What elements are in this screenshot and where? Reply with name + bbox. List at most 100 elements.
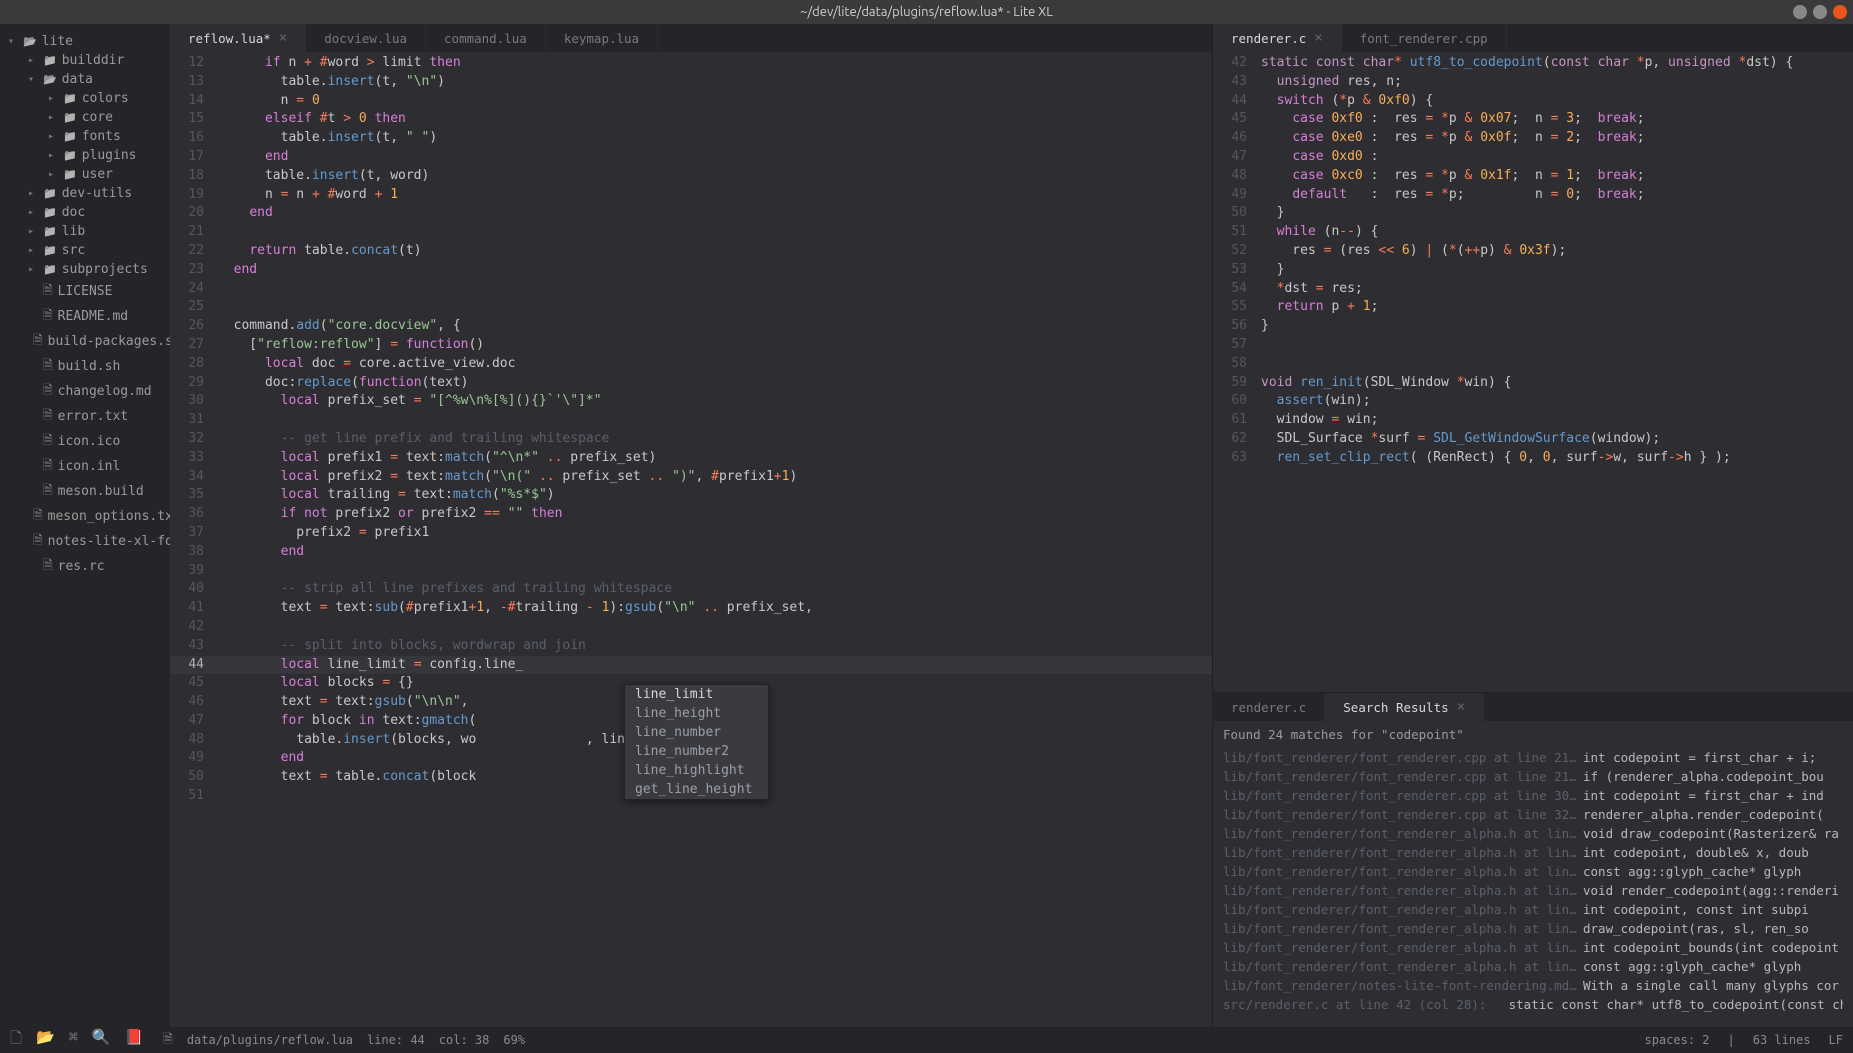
code-line[interactable]: 49 default : res = *p; n = 0; break; [1213,186,1853,205]
code-line[interactable]: 20 end [170,204,1212,223]
search-tab-renderer-c[interactable]: renderer.c [1213,693,1325,721]
search-result-row[interactable]: lib/font_renderer/font_renderer_alpha.h … [1213,957,1853,976]
code-line[interactable]: 23 end [170,261,1212,280]
code-line[interactable]: 16 table.insert(t, " ") [170,129,1212,148]
autocomplete-popup[interactable]: line_limitline_heightline_numberline_num… [624,684,769,800]
code-line[interactable]: 44 local line_limit = config.line_ [170,656,1212,675]
code-line[interactable]: 15 elseif #t > 0 then [170,110,1212,129]
tree-item-lib[interactable]: ▸lib [0,222,170,241]
tree-item-res.rc[interactable]: res.rc [0,554,170,579]
search-result-row[interactable]: lib/font_renderer/font_renderer.cpp at l… [1213,767,1853,786]
status-eol[interactable]: LF [1829,1033,1843,1047]
autocomplete-item[interactable]: line_number2 [625,742,768,761]
code-line[interactable]: 31 [170,411,1212,430]
code-line[interactable]: 57 [1213,336,1853,355]
code-line[interactable]: 12 if n + #word > limit then [170,54,1212,73]
code-line[interactable]: 60 assert(win); [1213,392,1853,411]
code-line[interactable]: 27 ["reflow:reflow"] = function() [170,336,1212,355]
search-result-row[interactable]: lib/font_renderer/font_renderer.cpp at l… [1213,748,1853,767]
search-icon[interactable]: 🔍 [92,1028,111,1053]
code-line[interactable]: 21 [170,223,1212,242]
new-file-icon[interactable]: 🗋 [10,1028,22,1053]
editor-right[interactable]: 42static const char* utf8_to_codepoint(c… [1213,52,1853,692]
code-line[interactable]: 28 local doc = core.active_view.doc [170,355,1212,374]
search-result-row[interactable]: lib/font_renderer/font_renderer.cpp at l… [1213,786,1853,805]
tree-item-colors[interactable]: ▸colors [0,89,170,108]
left-tab-command-lua[interactable]: command.lua [426,24,546,52]
code-line[interactable]: 58 [1213,355,1853,374]
tree-item-data[interactable]: ▾data [0,70,170,89]
tree-item-builddir[interactable]: ▸builddir [0,51,170,70]
autocomplete-item[interactable]: get_line_height [625,780,768,799]
tree-item-build-packages.sh[interactable]: build-packages.sh [0,329,170,354]
code-line[interactable]: 45 case 0xf0 : res = *p & 0x07; n = 3; b… [1213,110,1853,129]
code-line[interactable]: 38 end [170,543,1212,562]
tree-item-error.txt[interactable]: error.txt [0,404,170,429]
settings-icon[interactable]: ⌘ [69,1028,78,1053]
search-results[interactable]: lib/font_renderer/font_renderer.cpp at l… [1213,748,1853,1027]
search-result-row[interactable]: lib/font_renderer/font_renderer_alpha.h … [1213,938,1853,957]
search-result-row[interactable]: lib/font_renderer/font_renderer_alpha.h … [1213,862,1853,881]
code-line[interactable]: 43 -- split into blocks, wordwrap and jo… [170,637,1212,656]
left-tab-keymap-lua[interactable]: keymap.lua [546,24,658,52]
tree-item-meson.build[interactable]: meson.build [0,479,170,504]
code-line[interactable]: 62 SDL_Surface *surf = SDL_GetWindowSurf… [1213,430,1853,449]
code-line[interactable]: 24 [170,280,1212,299]
tree-item-notes-lite-xl-for-1.16[interactable]: notes-lite-xl-for-1.16 [0,529,170,554]
code-line[interactable]: 30 local prefix_set = "[^%w\n%[%](){}`'\… [170,392,1212,411]
code-line[interactable]: 42 [170,618,1212,637]
code-line[interactable]: 51 while (n--) { [1213,223,1853,242]
editor-left[interactable]: 12 if n + #word > limit then13 table.ins… [170,52,1212,1027]
search-result-row[interactable]: lib/font_renderer/notes-lite-font-render… [1213,976,1853,995]
tree-item-changelog.md[interactable]: changelog.md [0,379,170,404]
tree-item-icon.inl[interactable]: icon.inl [0,454,170,479]
window-maximize-icon[interactable] [1813,5,1827,19]
search-tab-search-results[interactable]: Search Results× [1325,693,1484,721]
code-line[interactable]: 43 unsigned res, n; [1213,73,1853,92]
window-close-icon[interactable] [1833,5,1847,19]
autocomplete-item[interactable]: line_number [625,723,768,742]
search-result-row[interactable]: lib/font_renderer/font_renderer_alpha.h … [1213,900,1853,919]
code-line[interactable]: 40 -- strip all line prefixes and traili… [170,580,1212,599]
code-line[interactable]: 59void ren_init(SDL_Window *win) { [1213,374,1853,393]
tree-item-meson_options.txt[interactable]: meson_options.txt [0,504,170,529]
code-line[interactable]: 55 return p + 1; [1213,298,1853,317]
search-result-row[interactable]: lib/font_renderer/font_renderer_alpha.h … [1213,919,1853,938]
tree-item-lite[interactable]: ▾lite [0,32,170,51]
code-line[interactable]: 22 return table.concat(t) [170,242,1212,261]
code-line[interactable]: 52 res = (res << 6) | (*(++p) & 0x3f); [1213,242,1853,261]
code-line[interactable]: 46 case 0xe0 : res = *p & 0x0f; n = 2; b… [1213,129,1853,148]
tree-item-core[interactable]: ▸core [0,108,170,127]
close-icon[interactable]: × [1457,699,1465,715]
tree-item-src[interactable]: ▸src [0,241,170,260]
tree-item-README.md[interactable]: README.md [0,304,170,329]
autocomplete-item[interactable]: line_highlight [625,761,768,780]
search-result-row[interactable]: lib/font_renderer/font_renderer_alpha.h … [1213,843,1853,862]
code-line[interactable]: 41 text = text:sub(#prefix1+1, -#trailin… [170,599,1212,618]
status-spaces[interactable]: spaces: 2 [1644,1033,1709,1047]
left-tab-reflow-lua-[interactable]: reflow.lua*× [170,24,306,52]
tree-item-LICENSE[interactable]: LICENSE [0,279,170,304]
tree-item-icon.ico[interactable]: icon.ico [0,429,170,454]
close-icon[interactable]: × [279,30,287,46]
code-line[interactable]: 35 local trailing = text:match("%s*$") [170,486,1212,505]
code-line[interactable]: 61 window = win; [1213,411,1853,430]
open-folder-icon[interactable]: 📂 [36,1028,55,1053]
code-line[interactable]: 47 case 0xd0 : [1213,148,1853,167]
code-line[interactable]: 39 [170,562,1212,581]
code-line[interactable]: 36 if not prefix2 or prefix2 == "" then [170,505,1212,524]
right-tab-renderer-c[interactable]: renderer.c× [1213,24,1342,52]
code-line[interactable]: 63 ren_set_clip_rect( (RenRect) { 0, 0, … [1213,449,1853,468]
code-line[interactable]: 14 n = 0 [170,92,1212,111]
code-line[interactable]: 37 prefix2 = prefix1 [170,524,1212,543]
code-line[interactable]: 56} [1213,317,1853,336]
right-tab-font-renderer-cpp[interactable]: font_renderer.cpp [1342,24,1507,52]
code-line[interactable]: 29 doc:replace(function(text) [170,374,1212,393]
search-result-row[interactable]: lib/font_renderer/font_renderer_alpha.h … [1213,824,1853,843]
search-result-row[interactable]: lib/font_renderer/font_renderer_alpha.h … [1213,881,1853,900]
code-line[interactable]: 48 case 0xc0 : res = *p & 0x1f; n = 1; b… [1213,167,1853,186]
code-line[interactable]: 33 local prefix1 = text:match("^\n*" .. … [170,449,1212,468]
code-line[interactable]: 44 switch (*p & 0xf0) { [1213,92,1853,111]
code-line[interactable]: 34 local prefix2 = text:match("\n(" .. p… [170,468,1212,487]
tree-item-dev-utils[interactable]: ▸dev-utils [0,184,170,203]
